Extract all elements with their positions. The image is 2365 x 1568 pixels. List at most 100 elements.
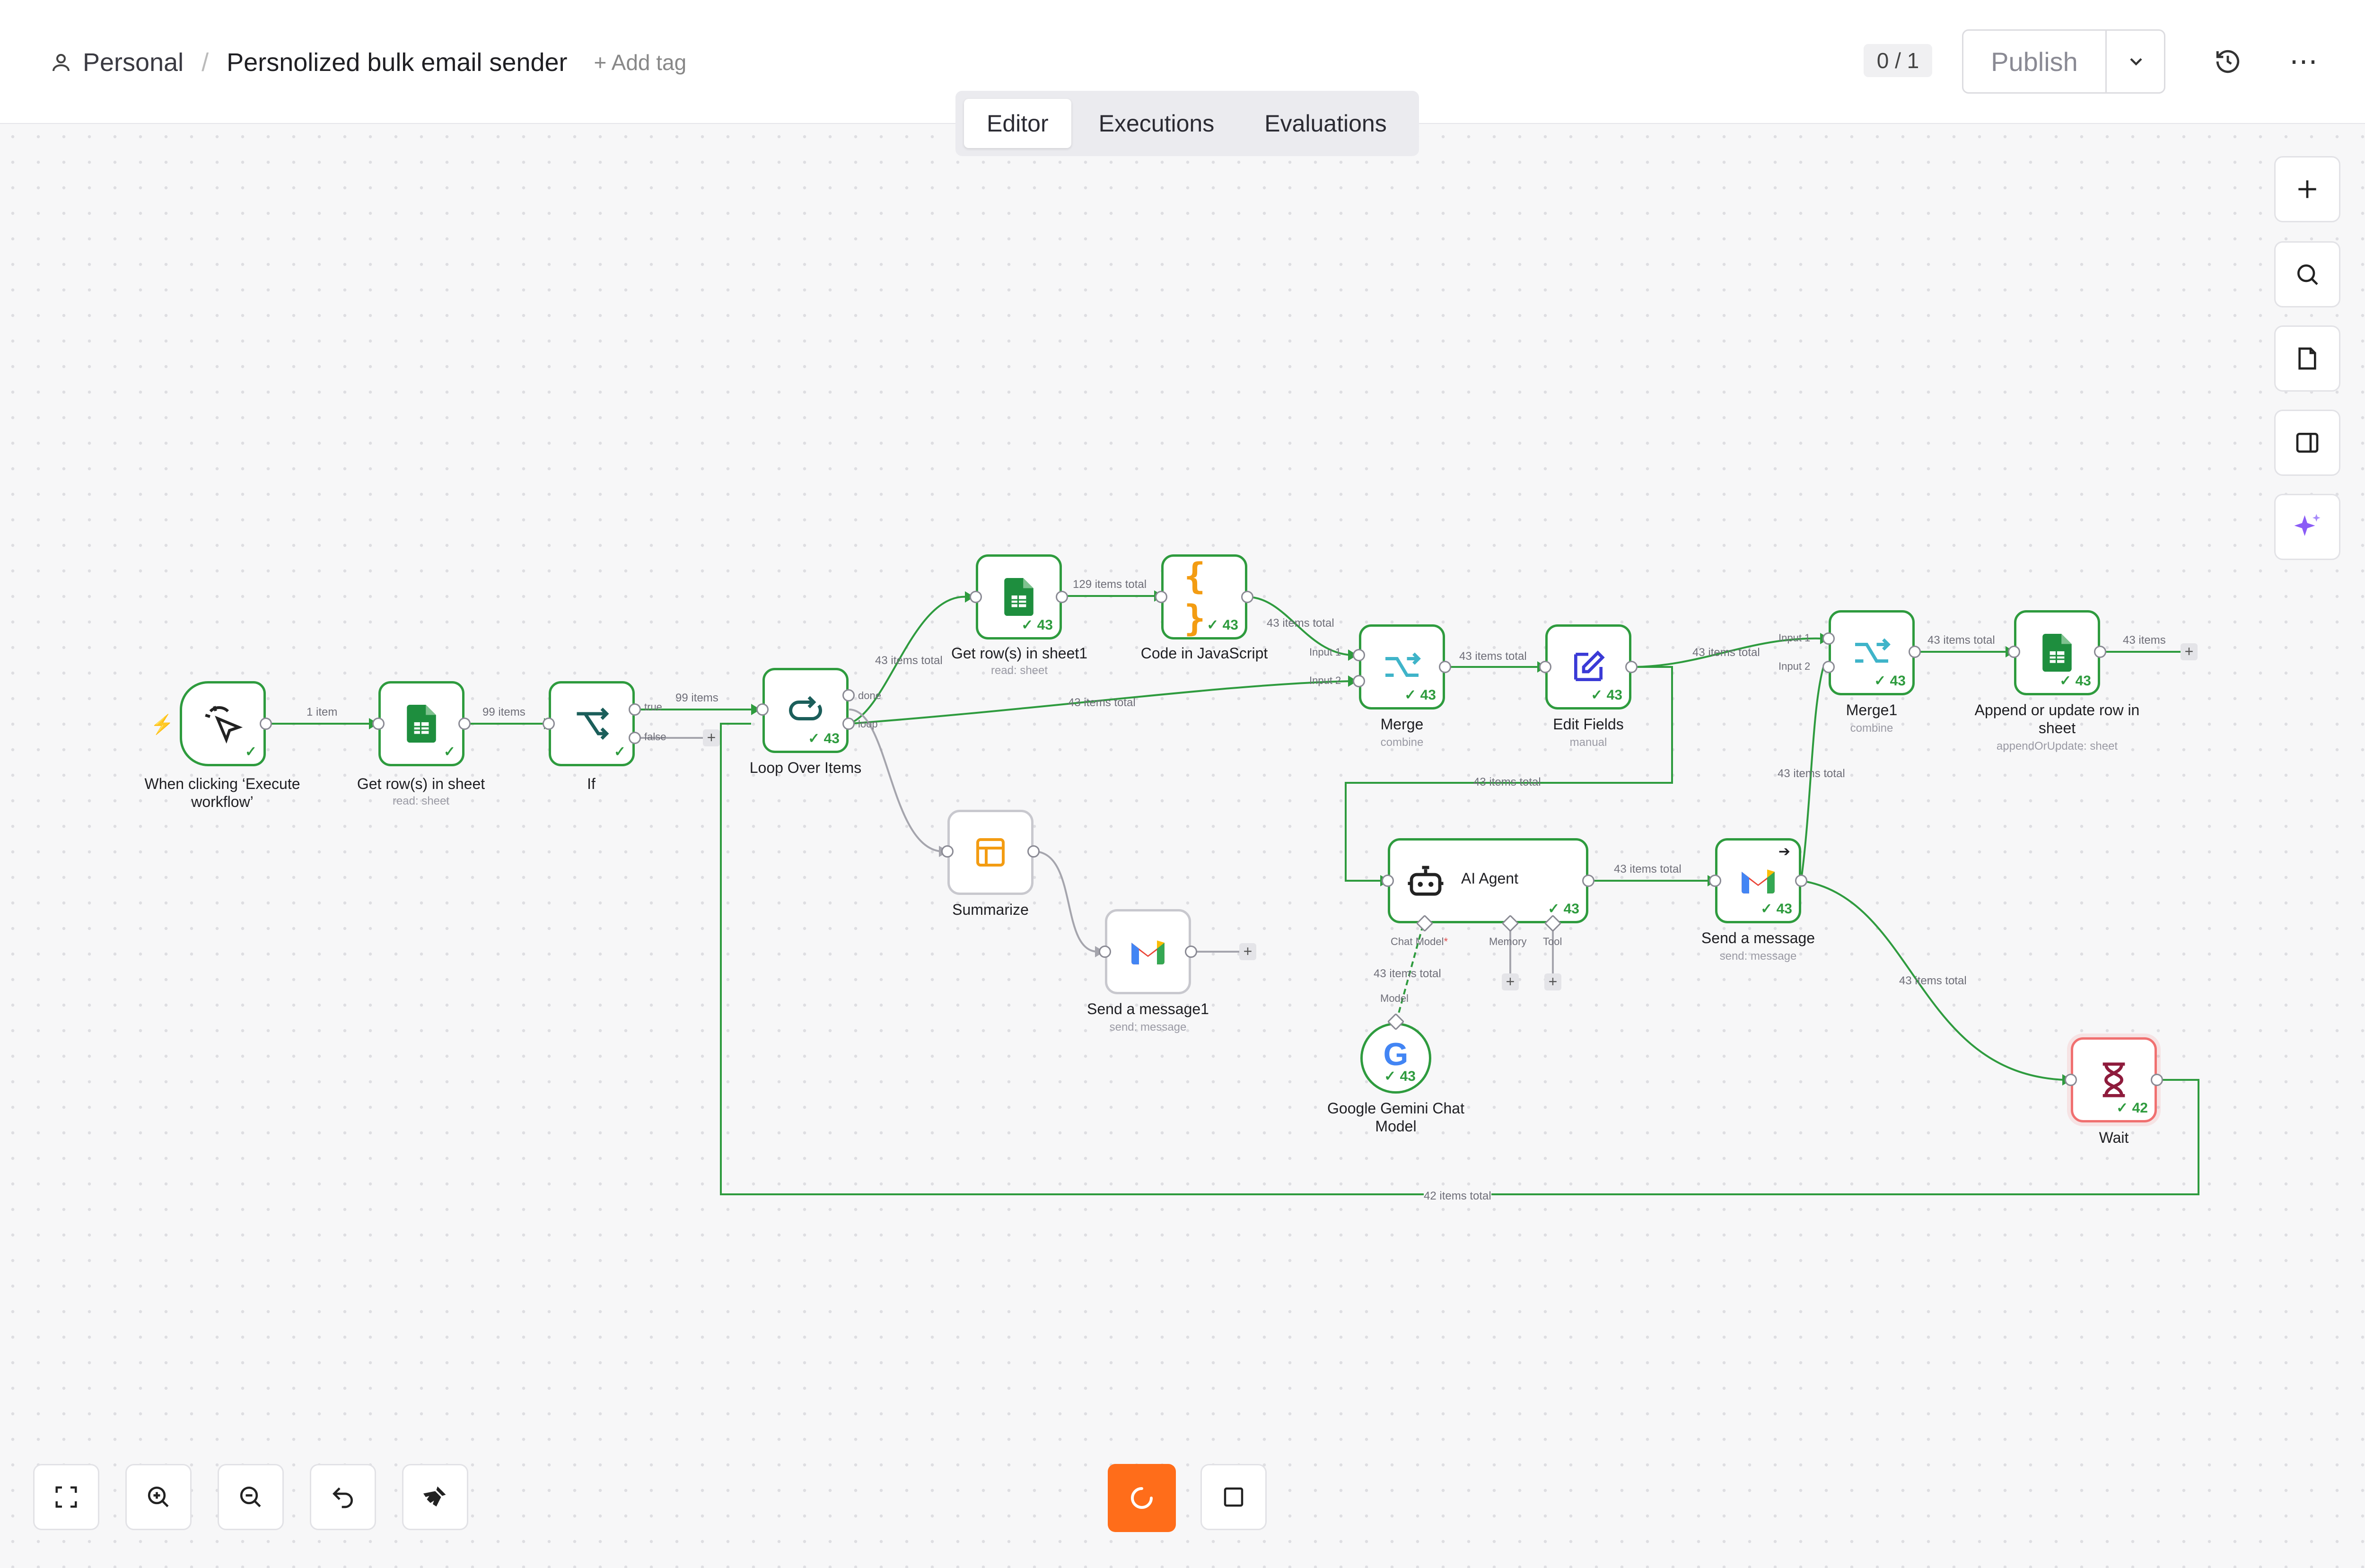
node-wait[interactable]: ✓ 42 xyxy=(2071,1037,2157,1122)
output-port[interactable] xyxy=(260,718,272,730)
edge-label: 43 items total xyxy=(1068,696,1136,709)
merge-icon xyxy=(1385,652,1421,677)
input-port-1[interactable] xyxy=(1353,649,1365,661)
input-port[interactable] xyxy=(1382,875,1394,887)
node-append-or-update[interactable]: ✓ 43 xyxy=(2014,610,2100,695)
node-ai-agent[interactable]: AI Agent ✓ 43 xyxy=(1388,838,1588,923)
output-port-false[interactable] xyxy=(629,732,641,744)
add-node-button[interactable]: + xyxy=(1239,943,1256,960)
execute-workflow-button[interactable] xyxy=(1108,1464,1176,1532)
execution-count: ✓ 43 xyxy=(2059,673,2091,689)
edge-label: 43 items total xyxy=(1692,646,1760,659)
output-port[interactable] xyxy=(1795,875,1807,887)
output-port-loop[interactable] xyxy=(842,718,855,730)
edit-pencil-icon xyxy=(1574,650,1605,681)
stop-execution-button[interactable] xyxy=(1200,1464,1267,1530)
edge-label: 99 items xyxy=(482,706,526,718)
input-port[interactable] xyxy=(1709,875,1721,887)
node-label: Wait xyxy=(2099,1129,2129,1146)
node-merge1[interactable]: ✓ 43 xyxy=(1829,610,1915,695)
input-port[interactable] xyxy=(941,845,954,858)
clear-execution-button[interactable] xyxy=(402,1464,468,1530)
input-port[interactable] xyxy=(1539,661,1551,673)
node-label: Google Gemini Chat Model xyxy=(1327,1100,1464,1135)
plus-icon xyxy=(2298,180,2316,198)
node-edit-fields[interactable]: ✓ 43 xyxy=(1545,624,1631,710)
success-check-icon: ✓ xyxy=(443,744,455,760)
node-get-rows1[interactable]: ✓ 43 xyxy=(976,554,1062,639)
add-node-button[interactable]: + xyxy=(2181,643,2198,660)
toggle-panel-button[interactable] xyxy=(2274,410,2340,476)
node-label: Code in JavaScript xyxy=(1140,645,1268,662)
output-port-true[interactable] xyxy=(629,703,641,716)
zoom-in-button[interactable] xyxy=(125,1464,192,1530)
google-sheets-icon xyxy=(1004,578,1034,616)
execution-count: ✓ 43 xyxy=(1404,687,1436,703)
node-subtitle: appendOrUpdate: sheet xyxy=(1996,740,2118,753)
search-icon xyxy=(2297,264,2318,285)
output-port[interactable] xyxy=(1056,591,1068,603)
output-port[interactable] xyxy=(1439,661,1451,673)
edge-label: 42 items total xyxy=(1424,1190,1491,1203)
google-sheets-icon xyxy=(2042,634,2072,672)
input-port[interactable] xyxy=(756,703,769,716)
fit-view-button[interactable] xyxy=(33,1464,99,1530)
node-code-javascript[interactable]: { } ✓ 43 xyxy=(1161,554,1247,639)
node-send-message[interactable]: ➔ ✓ 43 xyxy=(1715,838,1801,923)
node-merge[interactable]: ✓ 43 xyxy=(1359,624,1445,710)
node-summarize[interactable] xyxy=(947,810,1034,895)
output-port[interactable] xyxy=(1185,946,1197,958)
input-port[interactable] xyxy=(970,591,982,603)
input-port[interactable] xyxy=(1099,946,1111,958)
add-memory-button[interactable]: + xyxy=(1502,973,1519,990)
input-port[interactable] xyxy=(2065,1074,2077,1086)
port-label-input1: Input 1 xyxy=(1778,632,1811,644)
tab-executions[interactable]: Executions xyxy=(1076,99,1237,148)
output-port[interactable] xyxy=(1027,845,1040,858)
output-port[interactable] xyxy=(2151,1074,2163,1086)
execution-count: ✓ 43 xyxy=(1591,687,1622,703)
search-nodes-button[interactable] xyxy=(2274,241,2340,307)
input-port-2[interactable] xyxy=(1822,661,1835,673)
ai-assistant-button[interactable] xyxy=(2274,494,2340,560)
input-port[interactable] xyxy=(543,718,555,730)
input-port[interactable] xyxy=(1155,591,1167,603)
input-port[interactable] xyxy=(372,718,385,730)
execution-count: ✓ 43 xyxy=(1761,901,1792,917)
zoom-out-icon xyxy=(240,1486,261,1507)
add-node-panel-button[interactable] xyxy=(2274,156,2340,222)
zoom-out-button[interactable] xyxy=(218,1464,284,1530)
output-port[interactable] xyxy=(1909,646,1921,658)
output-port[interactable] xyxy=(2094,646,2106,658)
input-port-2[interactable] xyxy=(1353,675,1365,687)
node-manual-trigger[interactable]: ✓ xyxy=(180,681,266,766)
port-label-input1: Input 1 xyxy=(1309,646,1341,658)
sub-port-memory: Memory xyxy=(1489,936,1527,947)
success-check-icon: ✓ xyxy=(613,744,626,760)
arrow-right-icon: ➔ xyxy=(1778,844,1790,859)
output-port[interactable] xyxy=(1582,875,1594,887)
node-google-gemini[interactable]: G ✓ 43 xyxy=(1360,1023,1431,1094)
tab-evaluations[interactable]: Evaluations xyxy=(1242,99,1410,148)
node-if[interactable]: ✓ xyxy=(549,681,635,766)
input-port[interactable] xyxy=(2008,646,2020,658)
add-tool-button[interactable]: + xyxy=(1544,973,1561,990)
node-label: Edit Fields xyxy=(1553,716,1624,733)
input-port-1[interactable] xyxy=(1822,632,1835,645)
success-check-icon: ✓ xyxy=(245,744,257,760)
node-subtitle: send: message xyxy=(1719,950,1797,963)
output-port[interactable] xyxy=(1241,591,1253,603)
add-sticky-note-button[interactable] xyxy=(2274,325,2340,392)
output-port[interactable] xyxy=(1625,661,1638,673)
edge-label: 43 items xyxy=(2123,634,2166,647)
output-port-done[interactable] xyxy=(842,689,855,701)
tab-editor[interactable]: Editor xyxy=(964,99,1071,148)
node-loop-over-items[interactable]: ✓ 43 xyxy=(762,668,849,753)
output-port[interactable] xyxy=(458,718,471,730)
undo-button[interactable] xyxy=(310,1464,376,1530)
node-label: Merge xyxy=(1380,716,1424,733)
node-send-message1[interactable] xyxy=(1105,909,1191,994)
add-node-button[interactable]: + xyxy=(703,729,720,746)
node-label: AI Agent xyxy=(1461,870,1518,887)
node-get-rows[interactable]: ✓ xyxy=(378,681,464,766)
